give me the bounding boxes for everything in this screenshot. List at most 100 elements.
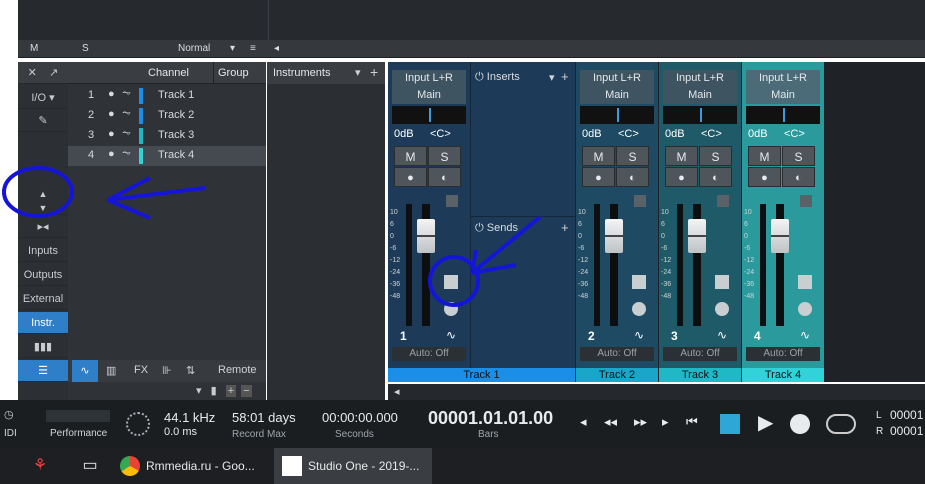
solo-label[interactable]: S <box>82 43 89 54</box>
chevron-down-icon[interactable]: ▾ <box>230 43 235 54</box>
pan-value[interactable]: <C> <box>430 128 451 140</box>
taskbar-studio-one[interactable]: Studio One - 2019-... <box>274 448 432 484</box>
mute-label[interactable]: M <box>30 43 38 54</box>
pan-slider[interactable] <box>392 106 466 124</box>
app-icon[interactable]: ⚘ <box>22 448 58 484</box>
rewind-icon[interactable]: ◂◂ <box>604 414 617 430</box>
instr-button[interactable]: Instr. <box>18 312 68 334</box>
loop-button[interactable] <box>826 414 856 434</box>
mute-button[interactable]: M <box>748 146 781 166</box>
return-zero-icon[interactable]: ⏮ <box>686 414 698 430</box>
input-select[interactable]: Input L+R <box>392 70 466 86</box>
next-marker-icon[interactable]: ▸ <box>662 414 669 430</box>
seconds-value[interactable]: 00:00:00.000 <box>322 410 398 425</box>
wave-icon[interactable]: ⏦ <box>122 107 131 120</box>
volume-value[interactable]: 0dB <box>582 128 602 140</box>
solo-button[interactable]: S <box>699 146 732 166</box>
volume-fader[interactable] <box>771 219 789 253</box>
mute-button[interactable]: M <box>582 146 615 166</box>
pan-value[interactable]: <C> <box>618 128 639 140</box>
monitor-icon[interactable]: ◐ <box>428 167 461 187</box>
mono-stereo-icon[interactable] <box>798 275 812 289</box>
chevron-down-icon[interactable]: ▾ <box>196 385 202 397</box>
group-column-header[interactable]: Group <box>218 67 249 79</box>
loop-end[interactable]: 00001 <box>890 424 923 438</box>
inputs-button[interactable]: Inputs <box>18 240 68 262</box>
wave-icon[interactable]: ∿ <box>634 328 644 342</box>
pan-value[interactable]: <C> <box>784 128 805 140</box>
close-icon[interactable]: ✕ ↗ <box>18 62 68 84</box>
play-button[interactable]: ▶ <box>758 410 773 435</box>
outputs-button[interactable]: Outputs <box>18 264 68 286</box>
expand-icon[interactable] <box>717 195 729 207</box>
volume-fader[interactable] <box>688 219 706 253</box>
window-icon[interactable]: ▭ <box>72 448 108 484</box>
volume-fader[interactable] <box>605 219 623 253</box>
wave-icon[interactable]: ∿ <box>72 360 98 382</box>
pan-slider[interactable] <box>746 106 820 124</box>
add-send-icon[interactable]: + <box>561 220 569 235</box>
menu-icon[interactable]: ≡ <box>250 43 256 54</box>
automation-select[interactable]: Auto: Off <box>580 347 654 361</box>
pan-knob[interactable] <box>715 302 729 316</box>
wave-icon[interactable]: ⏦ <box>122 127 131 140</box>
add-icon[interactable]: + <box>370 64 378 80</box>
scroll-left-icon[interactable]: ◂ <box>394 385 400 398</box>
expand-icon[interactable] <box>634 195 646 207</box>
automation-select[interactable]: Auto: Off <box>392 347 466 361</box>
solo-button[interactable]: S <box>428 146 461 166</box>
bars-value[interactable]: 00001.01.01.00 <box>428 408 553 429</box>
input-select[interactable]: Input L+R <box>746 70 820 86</box>
remote-button[interactable]: Remote <box>218 364 257 376</box>
volume-value[interactable]: 0dB <box>665 128 685 140</box>
pan-value[interactable]: <C> <box>701 128 722 140</box>
volume-value[interactable]: 0dB <box>748 128 768 140</box>
record-arm-icon[interactable]: ● <box>748 167 781 187</box>
io-button[interactable]: I/O ▾ <box>18 87 68 109</box>
scroll-left-icon[interactable]: ◂ <box>274 43 279 54</box>
automation-select[interactable]: Auto: Off <box>746 347 820 361</box>
visible-dot-icon[interactable]: ● <box>108 128 115 140</box>
pan-knob[interactable] <box>798 302 812 316</box>
output-select[interactable]: Main <box>746 86 820 104</box>
add-insert-icon[interactable]: + <box>561 69 569 84</box>
monitor-icon[interactable]: ◐ <box>616 167 649 187</box>
record-arm-icon[interactable]: ● <box>665 167 698 187</box>
list-icon[interactable]: ☰ <box>18 360 68 382</box>
solo-button[interactable]: S <box>616 146 649 166</box>
record-arm-icon[interactable]: ● <box>582 167 615 187</box>
chevron-down-icon[interactable]: ▾ <box>355 66 361 79</box>
sort-icon[interactable]: ⇅ <box>186 364 195 377</box>
mute-button[interactable]: M <box>665 146 698 166</box>
track-row[interactable]: 1 ● ⏦ Track 1 <box>68 86 266 106</box>
automation-select[interactable]: Auto: Off <box>663 347 737 361</box>
prev-marker-icon[interactable]: ◂ <box>580 414 587 430</box>
add-icon[interactable]: + <box>225 385 237 397</box>
wrench-icon[interactable]: ✎ <box>18 110 68 132</box>
mono-stereo-icon[interactable] <box>715 275 729 289</box>
remove-icon[interactable]: − <box>241 385 252 397</box>
sends-icon[interactable]: ⊪ <box>162 364 172 377</box>
inserts-label[interactable]: ⏻ Inserts <box>475 71 520 84</box>
output-select[interactable]: Main <box>663 86 737 104</box>
track-row[interactable]: 2 ● ⏦ Track 2 <box>68 106 266 126</box>
input-select[interactable]: Input L+R <box>580 70 654 86</box>
visible-dot-icon[interactable]: ● <box>108 108 115 120</box>
mute-button[interactable]: M <box>394 146 427 166</box>
record-arm-icon[interactable]: ● <box>394 167 427 187</box>
wave-icon[interactable]: ∿ <box>717 328 727 342</box>
mode-select[interactable]: Normal <box>178 43 210 54</box>
fast-forward-icon[interactable]: ▸▸ <box>634 414 647 430</box>
visible-dot-icon[interactable]: ● <box>108 148 115 160</box>
keyboard-icon[interactable]: ▥ <box>106 364 116 377</box>
expand-icon[interactable] <box>800 195 812 207</box>
stop-button[interactable] <box>720 414 740 434</box>
pan-knob[interactable] <box>632 302 646 316</box>
volume-value[interactable]: 0dB <box>394 128 414 140</box>
chevron-down-icon[interactable]: ▾ <box>549 71 555 84</box>
track-row[interactable]: 3 ● ⏦ Track 3 <box>68 126 266 146</box>
monitor-icon[interactable]: ◐ <box>782 167 815 187</box>
mono-stereo-icon[interactable] <box>632 275 646 289</box>
loop-start[interactable]: 00001 <box>890 408 923 422</box>
wave-icon[interactable]: ⏦ <box>122 87 131 100</box>
